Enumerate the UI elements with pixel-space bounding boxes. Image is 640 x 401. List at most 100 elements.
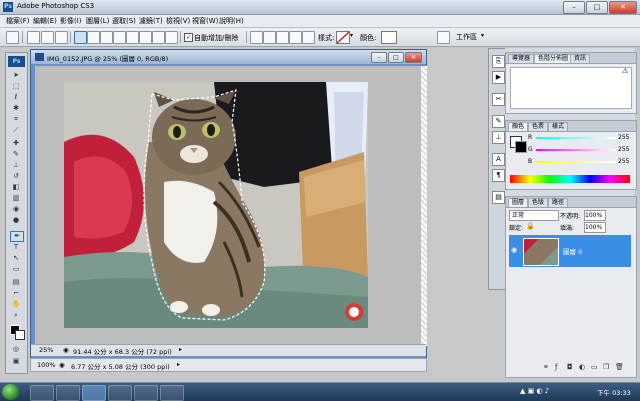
actions-panel-icon[interactable]: ▶ [492,71,505,84]
fill-pixels-icon[interactable] [55,31,68,44]
custom-shape-icon[interactable] [165,31,178,44]
type-tool-icon[interactable]: T [10,243,22,252]
clone-source-icon[interactable]: ⊥ [492,131,505,144]
taskbar-ie-icon[interactable] [30,385,54,401]
crop-tool-icon[interactable]: ⌗ [10,115,22,124]
blur-tool-icon[interactable]: ◉ [10,205,22,214]
tab-layers[interactable]: 圖層 [508,198,529,207]
taskbar-explorer-icon[interactable] [56,385,80,401]
b-slider[interactable] [536,161,616,163]
layer-comps-icon[interactable]: ▤ [492,191,505,204]
shape-layers-icon[interactable] [27,31,40,44]
taskbar-media-icon[interactable] [108,385,132,401]
palette-well-icon[interactable] [437,31,450,44]
link-icon[interactable] [302,31,315,44]
path-intersect-icon[interactable] [276,31,289,44]
tab-color[interactable]: 顏色 [508,122,529,131]
menu-edit[interactable]: 編輯(E) [33,16,57,26]
b-value[interactable]: 255 [618,158,629,165]
menu-layer[interactable]: 圖層(L) [86,16,109,26]
tab-navigator[interactable]: 導覽器 [508,54,535,63]
adjustment-icon[interactable]: ◐ [579,363,585,371]
paragraph-panel-icon[interactable]: ¶ [492,169,505,182]
menu-filter[interactable]: 濾鏡(T) [139,16,163,26]
group-icon[interactable]: ▭ [591,363,598,371]
tab-paths[interactable]: 路徑 [548,198,569,207]
rounded-rectangle-icon[interactable] [113,31,126,44]
tab-channels[interactable]: 色版 [528,198,549,207]
layer-name[interactable]: 圖層 0 [563,246,582,256]
zoom-tool-icon[interactable]: ⌕ [10,311,22,320]
path-add-icon[interactable] [250,31,263,44]
pen-tool-icon[interactable]: ✒ [10,231,24,242]
character-panel-icon[interactable]: A [492,153,505,166]
menu-window[interactable]: 視窗(W) [192,16,218,26]
status-arrow-icon[interactable]: ▸ [179,346,182,353]
slice-tool-icon[interactable]: ⟋ [10,126,22,135]
pen-icon[interactable] [74,31,87,44]
r-slider[interactable] [536,137,616,139]
polygon-icon[interactable] [139,31,152,44]
screen-mode-icon[interactable]: ▣ [10,357,22,366]
visibility-eye-icon[interactable]: ◉ [511,246,517,254]
workspace-button[interactable]: 工作區 [456,32,477,42]
cat-photo[interactable] [64,82,368,328]
ellipse-icon[interactable] [126,31,139,44]
chevron-down-icon[interactable]: ▾ [481,32,484,39]
hand-tool-icon[interactable]: ✋ [10,300,22,309]
eyedropper-tool-icon[interactable]: ⌐ [10,289,22,298]
color-spectrum-bar[interactable] [510,175,630,183]
background-color-swatch[interactable] [15,330,25,340]
dodge-tool-icon[interactable]: ● [10,216,22,225]
color-background-swatch[interactable] [515,141,527,153]
paths-icon[interactable] [41,31,54,44]
status-zoom-value[interactable]: 100% [37,361,56,369]
path-subtract-icon[interactable] [263,31,276,44]
brush-tool-icon[interactable]: ✎ [10,150,22,159]
fill-input[interactable]: 100% [584,222,606,233]
menu-image[interactable]: 影像(I) [60,16,82,26]
history-brush-tool-icon[interactable]: ↺ [10,172,22,181]
doc-zoom-value[interactable]: 25% [39,346,53,354]
status-arrow-icon[interactable]: ▸ [177,361,180,368]
eraser-tool-icon[interactable]: ◧ [10,183,22,192]
doc-minimize-button[interactable]: – [371,52,387,63]
link-layers-icon[interactable]: ⚭ [543,363,549,371]
minimize-button[interactable]: – [563,1,585,14]
doc-close-button[interactable]: ✕ [405,52,422,63]
path-exclude-icon[interactable] [289,31,302,44]
color-swatch[interactable] [381,31,397,44]
freeform-pen-icon[interactable] [87,31,100,44]
doc-maximize-button[interactable]: □ [388,52,404,63]
tab-histogram[interactable]: 色階分佈圖 [534,54,573,63]
maximize-button[interactable]: □ [586,1,608,14]
new-layer-icon[interactable]: ❐ [603,363,609,371]
pen-tool-preset-icon[interactable] [6,31,19,44]
close-button[interactable]: ✕ [609,1,637,14]
menu-view[interactable]: 檢視(V) [166,16,190,26]
line-icon[interactable] [152,31,165,44]
tab-info[interactable]: 資訊 [570,54,591,63]
quick-mask-icon[interactable]: ◎ [10,345,22,354]
taskbar-app-icon[interactable] [134,385,158,401]
layer-row-selected[interactable]: ◉ 圖層 0 [509,235,631,267]
tab-styles[interactable]: 樣式 [548,122,569,131]
tool-presets-icon[interactable]: ✂ [492,93,505,106]
r-value[interactable]: 255 [618,134,629,141]
style-swatch[interactable] [336,31,350,44]
mask-icon[interactable]: ◘ [567,363,573,371]
brushes-panel-icon[interactable]: ✎ [492,115,505,128]
lasso-tool-icon[interactable]: ℓ [10,93,22,102]
shape-tool-icon[interactable]: ▭ [10,265,22,274]
move-tool-icon[interactable]: ➤ [10,71,22,80]
chevron-down-icon[interactable]: ▾ [350,32,353,39]
gradient-tool-icon[interactable]: ▥ [10,194,22,203]
menu-select[interactable]: 選取(S) [112,16,136,26]
blend-mode-select[interactable]: 正常 [509,210,559,221]
menu-help[interactable]: 說明(H) [219,16,244,26]
path-selection-tool-icon[interactable]: ↖ [10,254,22,263]
marquee-tool-icon[interactable]: ⬚ [10,82,22,91]
clone-stamp-tool-icon[interactable]: ⊥ [10,161,22,170]
notes-tool-icon[interactable]: ▤ [10,278,22,287]
taskbar-photoshop-icon[interactable] [82,385,106,401]
